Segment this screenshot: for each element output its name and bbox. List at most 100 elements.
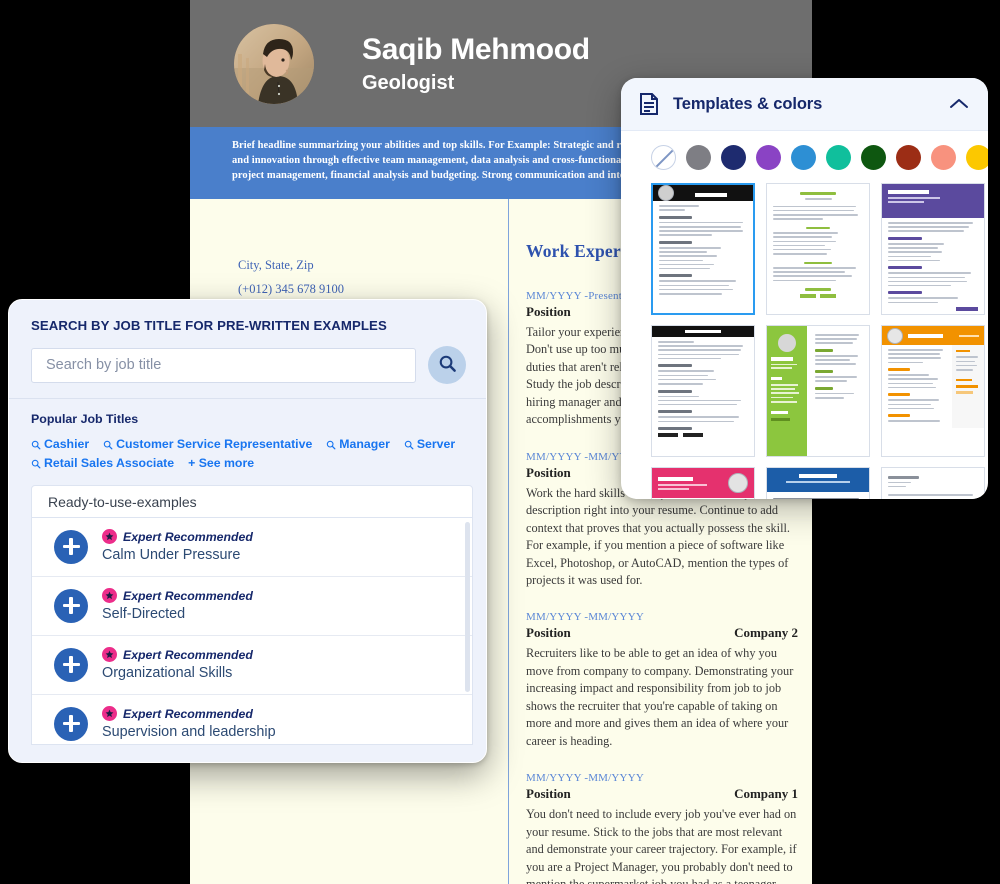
contact-location: City, State, Zip [238, 258, 314, 272]
color-swatch-purple[interactable] [756, 145, 781, 170]
work-experience-entry: MM/YYYY -MM/YYYY Position Company 2 Recr… [526, 611, 802, 750]
color-swatch-blue[interactable] [791, 145, 816, 170]
search-input[interactable] [31, 347, 416, 383]
example-title: Self-Directed [102, 606, 186, 622]
chip-label: Manager [339, 437, 390, 451]
chevron-up-icon[interactable] [948, 97, 970, 111]
color-swatch-row [621, 131, 988, 180]
search-icon [404, 439, 414, 450]
job-description: Recruiters like to be able to get an ide… [526, 646, 794, 748]
color-swatch-yellow[interactable] [966, 145, 988, 170]
template-thumbnail[interactable] [881, 467, 985, 499]
search-panel-top: SEARCH BY JOB TITLE FOR PRE-WRITTEN EXAM… [9, 300, 486, 398]
template-thumbnail[interactable] [766, 183, 870, 315]
templates-and-colors-panel: Templates & colors [621, 78, 988, 499]
star-icon [102, 588, 117, 603]
job-company: Company 1 [734, 786, 798, 802]
template-thumbnail[interactable] [651, 325, 755, 457]
job-position: Position [526, 625, 571, 641]
template-thumbnail-grid [621, 180, 988, 499]
color-swatch-teal[interactable] [826, 145, 851, 170]
example-text: Expert Recommended Self-Directed [102, 588, 456, 623]
star-icon [102, 706, 117, 721]
job-title-row: Position Company 2 [526, 625, 802, 641]
job-dates: MM/YYYY -MM/YYYY [526, 772, 644, 785]
chip-label: Server [416, 437, 456, 451]
plus-icon[interactable] [54, 588, 88, 623]
star-icon [102, 647, 117, 662]
resume-name: Saqib Mehmood [362, 32, 590, 66]
badge-label: Expert Recommended [123, 706, 253, 721]
screen: Saqib Mehmood Geologist Brief headline s… [0, 0, 1000, 884]
job-dates: MM/YYYY -MM/YYYY [526, 611, 644, 624]
examples-header: Ready-to-use-examples [32, 486, 472, 518]
template-thumbnail[interactable] [766, 325, 870, 457]
template-thumbnail[interactable] [881, 325, 985, 457]
template-thumbnail[interactable] [881, 183, 985, 315]
plus-icon[interactable] [54, 529, 88, 564]
search-panel-heading: SEARCH BY JOB TITLE FOR PRE-WRITTEN EXAM… [31, 318, 387, 333]
job-title-chip-manager[interactable]: Manager [326, 437, 390, 451]
search-icon [31, 439, 41, 450]
color-swatch-green[interactable] [861, 145, 886, 170]
expert-recommended-badge: Expert Recommended [102, 529, 456, 544]
color-swatch-salmon[interactable] [931, 145, 956, 170]
chip-label: Cashier [44, 437, 90, 451]
job-title-chip-retail-sales-associate[interactable]: Retail Sales Associate [31, 456, 174, 470]
chip-label: Customer Service Representative [116, 437, 313, 451]
job-position: Position [526, 786, 571, 802]
job-title-row: Position Company 1 [526, 786, 802, 802]
job-title-chip-customer-service-representative[interactable]: Customer Service Representative [103, 437, 312, 451]
search-icon [326, 439, 336, 450]
example-title: Organizational Skills [102, 665, 233, 681]
job-title-search-panel: SEARCH BY JOB TITLE FOR PRE-WRITTEN EXAM… [8, 299, 487, 763]
search-icon [103, 439, 113, 450]
example-text: Expert Recommended Organizational Skills [102, 647, 456, 682]
search-button[interactable] [428, 346, 466, 384]
list-item[interactable]: Expert Recommended Calm Under Pressure [32, 518, 472, 577]
expert-recommended-badge: Expert Recommended [102, 588, 456, 603]
resume-name-block: Saqib Mehmood Geologist [362, 33, 590, 95]
search-row [31, 346, 466, 384]
avatar [234, 23, 314, 104]
star-icon [102, 529, 117, 544]
job-title-chip-server[interactable]: Server [404, 437, 455, 451]
color-swatch-none[interactable] [651, 145, 676, 170]
work-experience-entry: MM/YYYY -MM/YYYY Position Company 1 You … [526, 772, 802, 884]
contact-phone: (+012) 345 678 9100 [238, 281, 344, 296]
example-text: Expert Recommended Calm Under Pressure [102, 529, 456, 564]
popular-job-titles-label: Popular Job Titles [31, 412, 139, 426]
color-swatch-gray[interactable] [686, 145, 711, 170]
example-title: Supervision and leadership [102, 724, 276, 740]
example-text: Expert Recommended Supervision and leade… [102, 706, 456, 741]
ready-to-use-examples-box: Ready-to-use-examples Expert Recommended… [31, 485, 473, 745]
popular-job-titles-section: Popular Job Titles Cashier Customer Serv… [9, 399, 486, 470]
plus-icon[interactable] [54, 647, 88, 682]
plus-icon[interactable] [54, 706, 88, 741]
example-title: Calm Under Pressure [102, 547, 241, 563]
templates-panel-header[interactable]: Templates & colors [621, 78, 988, 131]
job-description: Work the hard skills and keywords from t… [526, 485, 790, 587]
template-thumbnail[interactable] [766, 467, 870, 499]
job-title-chip-cashier[interactable]: Cashier [31, 437, 89, 451]
templates-panel-title: Templates & colors [673, 94, 823, 113]
search-icon [31, 458, 41, 469]
see-more-link[interactable]: + See more [188, 456, 254, 470]
resume-role: Geologist [362, 71, 455, 94]
template-thumbnail[interactable] [651, 467, 755, 499]
expert-recommended-badge: Expert Recommended [102, 706, 456, 721]
list-item[interactable]: Expert Recommended Organizational Skills [32, 636, 472, 695]
job-position: Position [526, 464, 571, 480]
color-swatch-navy[interactable] [721, 145, 746, 170]
column-divider [508, 199, 509, 884]
color-swatch-brick[interactable] [896, 145, 921, 170]
search-icon [438, 354, 457, 376]
job-company: Company 2 [734, 625, 798, 641]
chip-label: Retail Sales Associate [44, 456, 175, 470]
list-item[interactable]: Expert Recommended Self-Directed [32, 577, 472, 636]
badge-label: Expert Recommended [123, 529, 253, 544]
list-item[interactable]: Expert Recommended Supervision and leade… [32, 695, 472, 744]
badge-label: Expert Recommended [123, 588, 253, 603]
template-thumbnail[interactable] [651, 183, 755, 315]
examples-scrollbar[interactable] [465, 522, 470, 692]
